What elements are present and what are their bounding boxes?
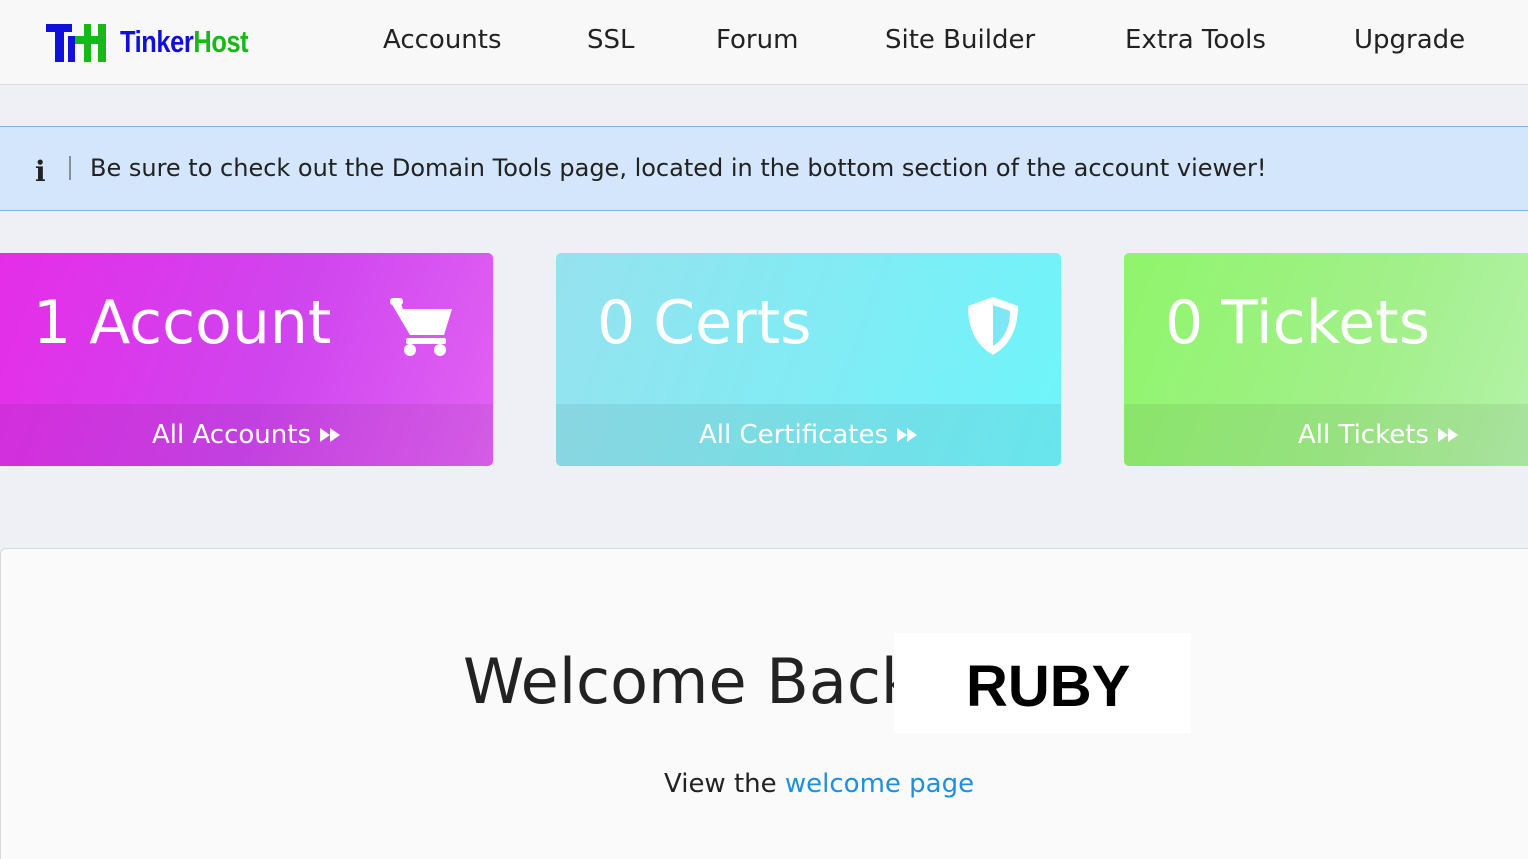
all-tickets-label: All Tickets xyxy=(1298,420,1429,450)
top-navbar: TinkerHost Accounts SSL Forum Site Build… xyxy=(0,0,1528,85)
nav-forum[interactable]: Forum xyxy=(716,25,798,55)
view-welcome-line: View the welcome page xyxy=(664,769,974,799)
nav-site-builder[interactable]: Site Builder xyxy=(885,25,1035,55)
nav-extra-tools[interactable]: Extra Tools xyxy=(1125,25,1266,55)
fast-forward-icon xyxy=(1437,428,1458,442)
tinkerhost-logo-mark-icon xyxy=(46,24,106,62)
nav-accounts[interactable]: Accounts xyxy=(383,25,502,55)
tickets-card: 0 Tickets All Tickets xyxy=(1124,253,1528,466)
all-certificates-link[interactable]: All Certificates xyxy=(556,404,1061,466)
view-prefix: View the xyxy=(664,769,777,799)
all-tickets-link[interactable]: All Tickets xyxy=(1124,404,1528,466)
all-accounts-link[interactable]: All Accounts xyxy=(0,404,493,466)
certs-card: 0 Certs All Certificates xyxy=(556,253,1061,466)
welcome-heading: Welcome Back, xyxy=(463,645,937,718)
tinkerhost-logo[interactable]: TinkerHost xyxy=(46,22,276,62)
fast-forward-icon xyxy=(320,428,341,442)
welcome-page-link[interactable]: welcome page xyxy=(785,769,974,799)
all-certificates-label: All Certificates xyxy=(698,420,889,450)
accounts-count: 1 Account xyxy=(33,288,332,358)
info-icon: i xyxy=(35,155,46,188)
welcome-panel: Welcome Back, RUBY View the welcome page xyxy=(0,548,1528,859)
all-accounts-label: All Accounts xyxy=(151,420,312,450)
username-box: RUBY xyxy=(894,633,1191,733)
certs-count: 0 Certs xyxy=(597,288,812,358)
nav-upgrade[interactable]: Upgrade xyxy=(1354,25,1465,55)
nav-ssl[interactable]: SSL xyxy=(587,25,635,55)
shield-icon xyxy=(968,297,1018,355)
accounts-card: 1 Account All Accounts xyxy=(0,253,493,466)
alert-divider xyxy=(69,156,71,180)
logo-text: TinkerHost xyxy=(120,24,249,59)
cart-icon xyxy=(390,298,452,356)
tickets-count: 0 Tickets xyxy=(1165,288,1430,358)
fast-forward-icon xyxy=(897,428,918,442)
username: RUBY xyxy=(966,654,1131,719)
alert-text: Be sure to check out the Domain Tools pa… xyxy=(90,154,1267,182)
info-alert: i Be sure to check out the Domain Tools … xyxy=(0,126,1528,211)
